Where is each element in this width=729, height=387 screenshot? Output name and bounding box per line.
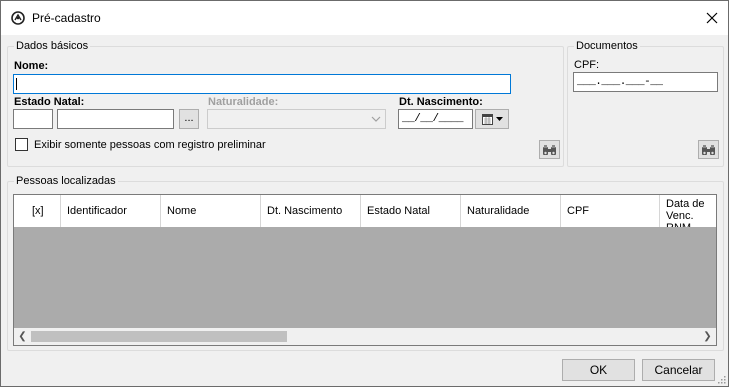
- calendar-icon: [481, 113, 493, 125]
- registro-preliminar-label: Exibir somente pessoas com registro prel…: [34, 139, 266, 151]
- dados-basicos-legend: Dados básicos: [14, 40, 91, 52]
- table-header: [x] Identificador Nome Dt. Nascimento Es…: [14, 195, 716, 227]
- resize-grip-icon[interactable]: [716, 374, 726, 384]
- chevron-down-icon: [369, 112, 383, 126]
- nome-label: Nome:: [14, 60, 49, 72]
- column-header-naturalidade[interactable]: Naturalidade: [461, 195, 561, 227]
- search-documentos-button[interactable]: [698, 140, 719, 159]
- naturalidade-label: Naturalidade:: [208, 96, 279, 108]
- search-pessoas-button[interactable]: [539, 140, 560, 159]
- binoculars-icon: [543, 144, 556, 155]
- column-header-nome[interactable]: Nome: [161, 195, 261, 227]
- estado-natal-label: Estado Natal:: [14, 96, 85, 108]
- scrollbar-thumb[interactable]: [31, 331, 287, 342]
- column-header-dt-nascimento[interactable]: Dt. Nascimento: [261, 195, 361, 227]
- pessoas-localizadas-legend: Pessoas localizadas: [14, 175, 118, 187]
- estado-lookup-button[interactable]: ...: [179, 109, 199, 129]
- calendar-button[interactable]: [475, 109, 509, 129]
- naturalidade-select: [207, 109, 386, 129]
- column-header-identificador[interactable]: Identificador: [61, 195, 161, 227]
- pessoas-table[interactable]: [x] Identificador Nome Dt. Nascimento Es…: [13, 194, 717, 346]
- window-title: Pré-cadastro: [32, 11, 101, 25]
- nome-input[interactable]: [13, 74, 511, 94]
- dt-nascimento-label: Dt. Nascimento:: [399, 96, 483, 108]
- documentos-legend: Documentos: [574, 40, 640, 52]
- column-header-estado-natal[interactable]: Estado Natal: [361, 195, 461, 227]
- horizontal-scrollbar[interactable]: ❮ ❯: [14, 328, 716, 345]
- cpf-label: CPF:: [574, 59, 600, 71]
- cpf-input[interactable]: ___.___.___-__: [573, 72, 718, 92]
- close-icon[interactable]: [699, 6, 725, 30]
- column-header-cpf[interactable]: CPF: [561, 195, 660, 227]
- dt-nascimento-input[interactable]: __/__/____: [398, 109, 473, 129]
- pre-cadastro-dialog: Pré-cadastro Dados básicos Nome: Estado …: [0, 0, 729, 387]
- cpf-mask: ___.___.___-__: [577, 76, 663, 88]
- scroll-right-icon[interactable]: ❯: [699, 328, 716, 345]
- dt-nascimento-mask: __/__/____: [402, 113, 464, 125]
- column-header-data-venc-rnm[interactable]: Data de Venc. RNM: [660, 195, 716, 227]
- binoculars-icon: [702, 144, 715, 155]
- title-bar: Pré-cadastro: [1, 1, 728, 35]
- cancelar-button[interactable]: Cancelar: [642, 359, 715, 381]
- registro-preliminar-checkbox[interactable]: [15, 138, 28, 151]
- app-logo-icon: [11, 11, 25, 25]
- text-caret: [16, 78, 17, 90]
- column-header-select[interactable]: [x]: [14, 195, 61, 227]
- chevron-down-icon: [495, 117, 503, 121]
- estado-name-input[interactable]: [57, 109, 174, 129]
- estado-code-input[interactable]: [13, 109, 53, 129]
- scroll-left-icon[interactable]: ❮: [14, 328, 31, 345]
- ok-button[interactable]: OK: [562, 359, 635, 381]
